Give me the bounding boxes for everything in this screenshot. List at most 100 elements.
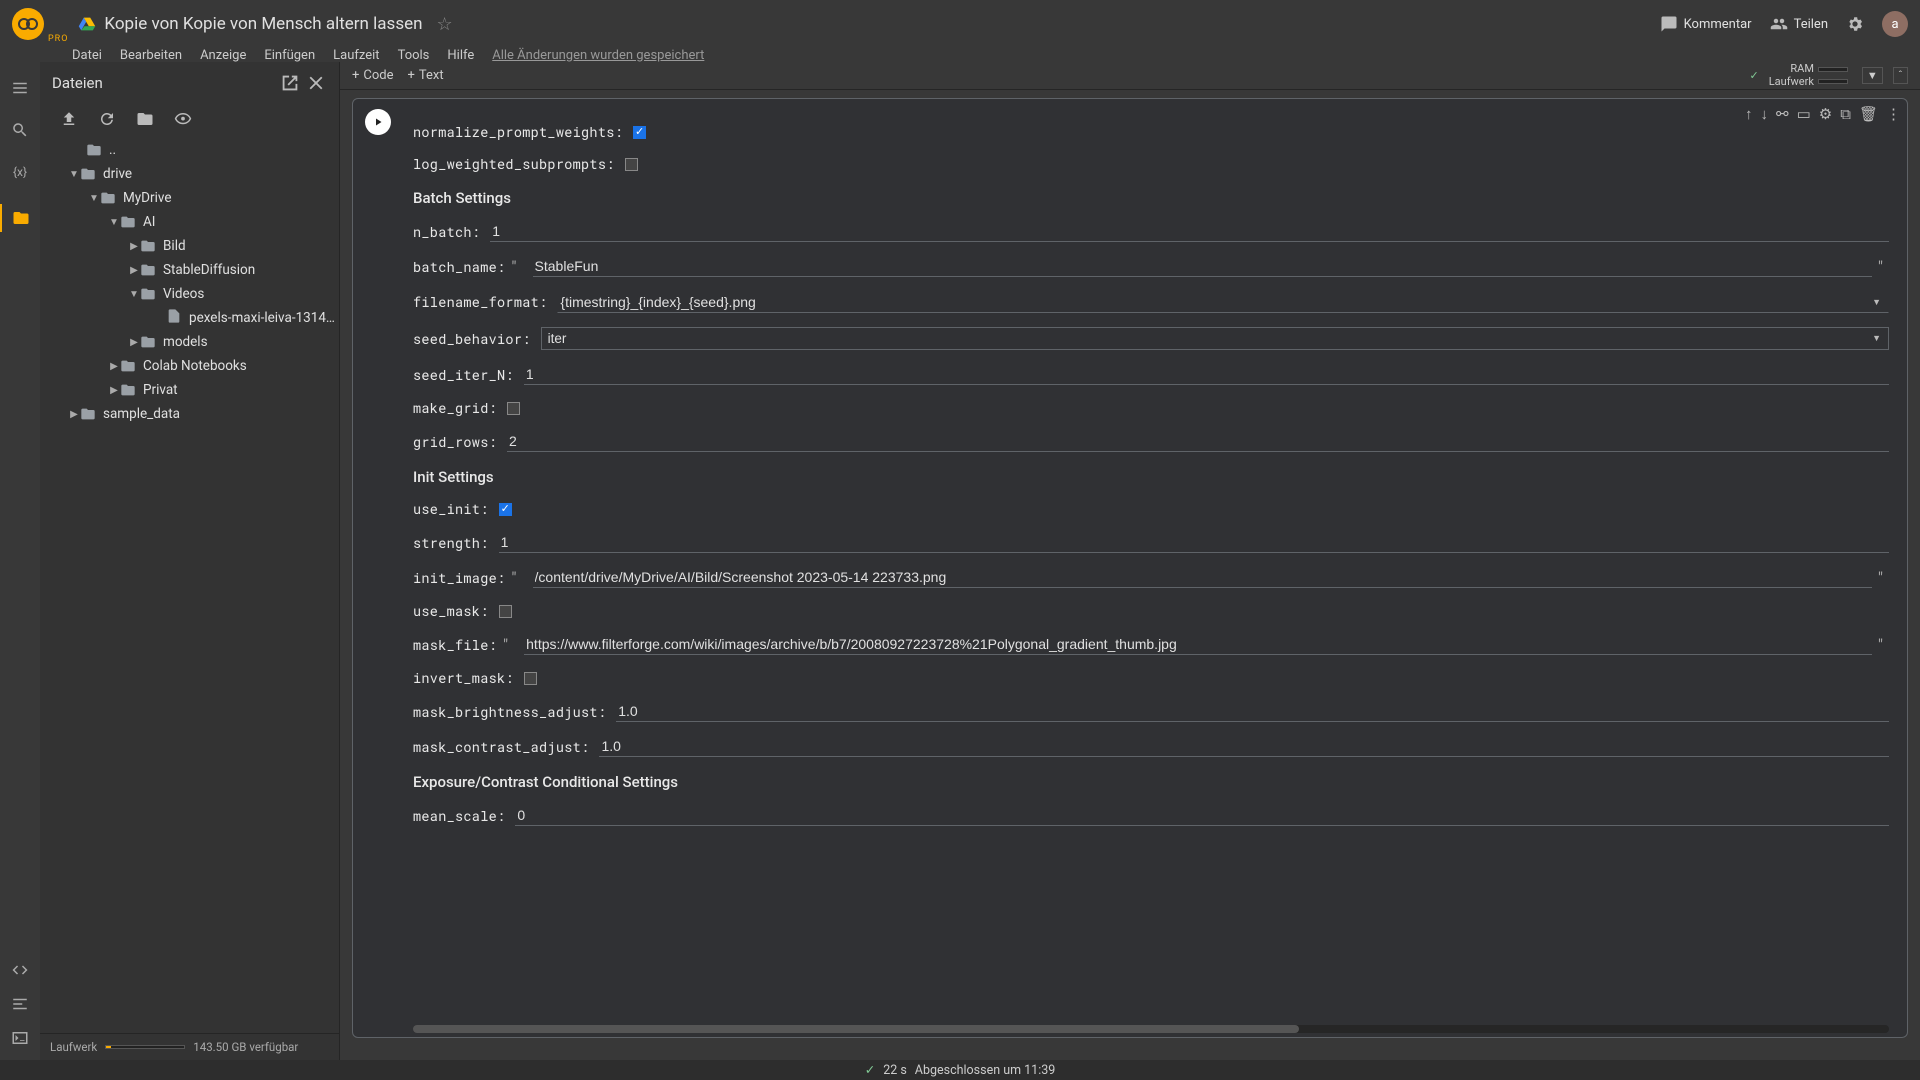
files-icon[interactable] [0, 204, 40, 232]
pro-badge: PRO [48, 34, 68, 44]
disk-free: 143.50 GB verfügbar [193, 1040, 298, 1054]
runtime-menu[interactable]: ▼ [1862, 67, 1883, 84]
more-icon[interactable]: ⋮ [1886, 105, 1901, 123]
collapse-toggle[interactable]: ˆ [1893, 67, 1908, 84]
input-gridrows[interactable] [507, 431, 1889, 452]
avatar[interactable]: a [1882, 11, 1908, 37]
hide-icon[interactable] [174, 110, 192, 128]
status-check-icon: ✓ [865, 1062, 875, 1078]
delete-cell-icon[interactable]: 🗑 [1859, 105, 1878, 123]
chk-makegrid[interactable] [507, 402, 520, 415]
lbl-usemask: use_mask: [413, 602, 489, 620]
search-icon[interactable] [10, 120, 30, 140]
comment-button[interactable]: Kommentar [1660, 15, 1752, 33]
lbl-seedbehavior: seed_behavior: [413, 330, 531, 348]
heading-exposure: Exposure/Contrast Conditional Settings [413, 773, 1889, 791]
cell-hscroll[interactable] [413, 1025, 1889, 1033]
tree-ai[interactable]: ▼AI [40, 210, 339, 234]
share-label: Teilen [1794, 17, 1828, 32]
chk-usemask[interactable] [499, 605, 512, 618]
add-text-button[interactable]: + Text [408, 68, 444, 83]
menu-bearbeiten[interactable]: Bearbeiten [120, 48, 182, 63]
input-maskfile[interactable] [524, 634, 1872, 655]
tree-colab[interactable]: ▶Colab Notebooks [40, 354, 339, 378]
input-maskbright[interactable] [616, 701, 1889, 722]
input-nbatch[interactable] [490, 221, 1889, 242]
input-maskcontrast[interactable] [599, 736, 1889, 757]
lbl-maskbright: mask_brightness_adjust: [413, 703, 606, 721]
tree-drive[interactable]: ▼drive [40, 162, 339, 186]
share-button[interactable]: Teilen [1770, 15, 1828, 33]
move-up-icon[interactable]: ↑ [1745, 105, 1753, 123]
gear-icon[interactable] [1846, 15, 1864, 33]
lbl-log: log_weighted_subprompts: [413, 155, 615, 173]
sel-filenamefmt[interactable] [557, 291, 1889, 313]
link-icon[interactable]: ⚯ [1776, 105, 1789, 123]
status-msg: Abgeschlossen um 11:39 [915, 1063, 1056, 1078]
resource-meter[interactable]: RAM Laufwerk [1769, 63, 1848, 87]
new-window-icon[interactable] [279, 72, 301, 94]
comment-label: Kommentar [1684, 17, 1752, 32]
sidebar-title: Dateien [52, 74, 275, 92]
tree-sd[interactable]: ▶StableDiffusion [40, 258, 339, 282]
chk-useinit[interactable] [499, 503, 512, 516]
notebook-title[interactable]: Kopie von Kopie von Mensch altern lassen [104, 14, 422, 34]
mount-drive-icon[interactable] [136, 110, 154, 128]
lbl-gridrows: grid_rows: [413, 433, 497, 451]
input-meanscale[interactable] [515, 805, 1889, 826]
heading-batch: Batch Settings [413, 189, 1889, 207]
menubar: Datei Bearbeiten Anzeige Einfügen Laufze… [0, 48, 1920, 62]
star-icon[interactable]: ☆ [437, 14, 453, 35]
cell-settings-icon[interactable]: ⚙ [1819, 105, 1832, 123]
mirror-icon[interactable]: ⧉ [1840, 105, 1851, 123]
drive-icon [78, 15, 96, 33]
disk-label: Laufwerk [50, 1040, 97, 1054]
close-icon[interactable] [305, 72, 327, 94]
vars-icon[interactable]: {x} [10, 162, 30, 182]
menu-tools[interactable]: Tools [398, 48, 430, 63]
tree-mydrive[interactable]: ▼MyDrive [40, 186, 339, 210]
input-strength[interactable] [499, 532, 1889, 553]
menu-einfuegen[interactable]: Einfügen [264, 48, 315, 63]
menu-hilfe[interactable]: Hilfe [447, 48, 474, 63]
heading-init: Init Settings [413, 468, 1889, 486]
tree-video-file[interactable]: pexels-maxi-leiva-1314… [40, 306, 339, 330]
upload-icon[interactable] [60, 110, 78, 128]
colab-logo [12, 8, 44, 40]
sel-seedbehavior[interactable] [541, 327, 1889, 350]
terminal-icon[interactable] [10, 1028, 30, 1048]
tree-videos[interactable]: ▼Videos [40, 282, 339, 306]
refresh-icon[interactable] [98, 110, 116, 128]
menu-datei[interactable]: Datei [72, 48, 102, 63]
comment-cell-icon[interactable]: ▭ [1797, 105, 1811, 123]
run-cell-button[interactable] [365, 109, 391, 135]
chk-normalize[interactable] [633, 126, 646, 139]
terminal-rail-icon[interactable] [10, 994, 30, 1014]
input-batchname[interactable] [533, 256, 1872, 277]
saved-status[interactable]: Alle Änderungen wurden gespeichert [492, 48, 704, 63]
share-icon [1770, 15, 1788, 33]
menu-laufzeit[interactable]: Laufzeit [333, 48, 379, 63]
tree-up[interactable]: .. [40, 138, 339, 162]
lbl-batchname: batch_name: [413, 258, 505, 276]
code-snippets-icon[interactable] [10, 960, 30, 980]
lbl-invertmask: invert_mask: [413, 669, 514, 687]
tree-bild[interactable]: ▶Bild [40, 234, 339, 258]
chk-invertmask[interactable] [524, 672, 537, 685]
toc-icon[interactable] [10, 78, 30, 98]
lbl-useinit: use_init: [413, 500, 489, 518]
lbl-meanscale: mean_scale: [413, 807, 505, 825]
tree-privat[interactable]: ▶Privat [40, 378, 339, 402]
tree-sample[interactable]: ▶sample_data [40, 402, 339, 426]
input-initimage[interactable] [533, 567, 1872, 588]
menu-anzeige[interactable]: Anzeige [200, 48, 246, 63]
connected-check-icon: ✓ [1750, 69, 1759, 82]
add-code-button[interactable]: + Code [352, 68, 394, 83]
chk-log[interactable] [625, 158, 638, 171]
move-down-icon[interactable]: ↓ [1761, 105, 1769, 123]
tree-models[interactable]: ▶models [40, 330, 339, 354]
input-seeditern[interactable] [524, 364, 1889, 385]
disk-bar [105, 1045, 185, 1049]
lbl-filenamefmt: filename_format: [413, 293, 547, 311]
left-rail: {x} [0, 62, 40, 1060]
